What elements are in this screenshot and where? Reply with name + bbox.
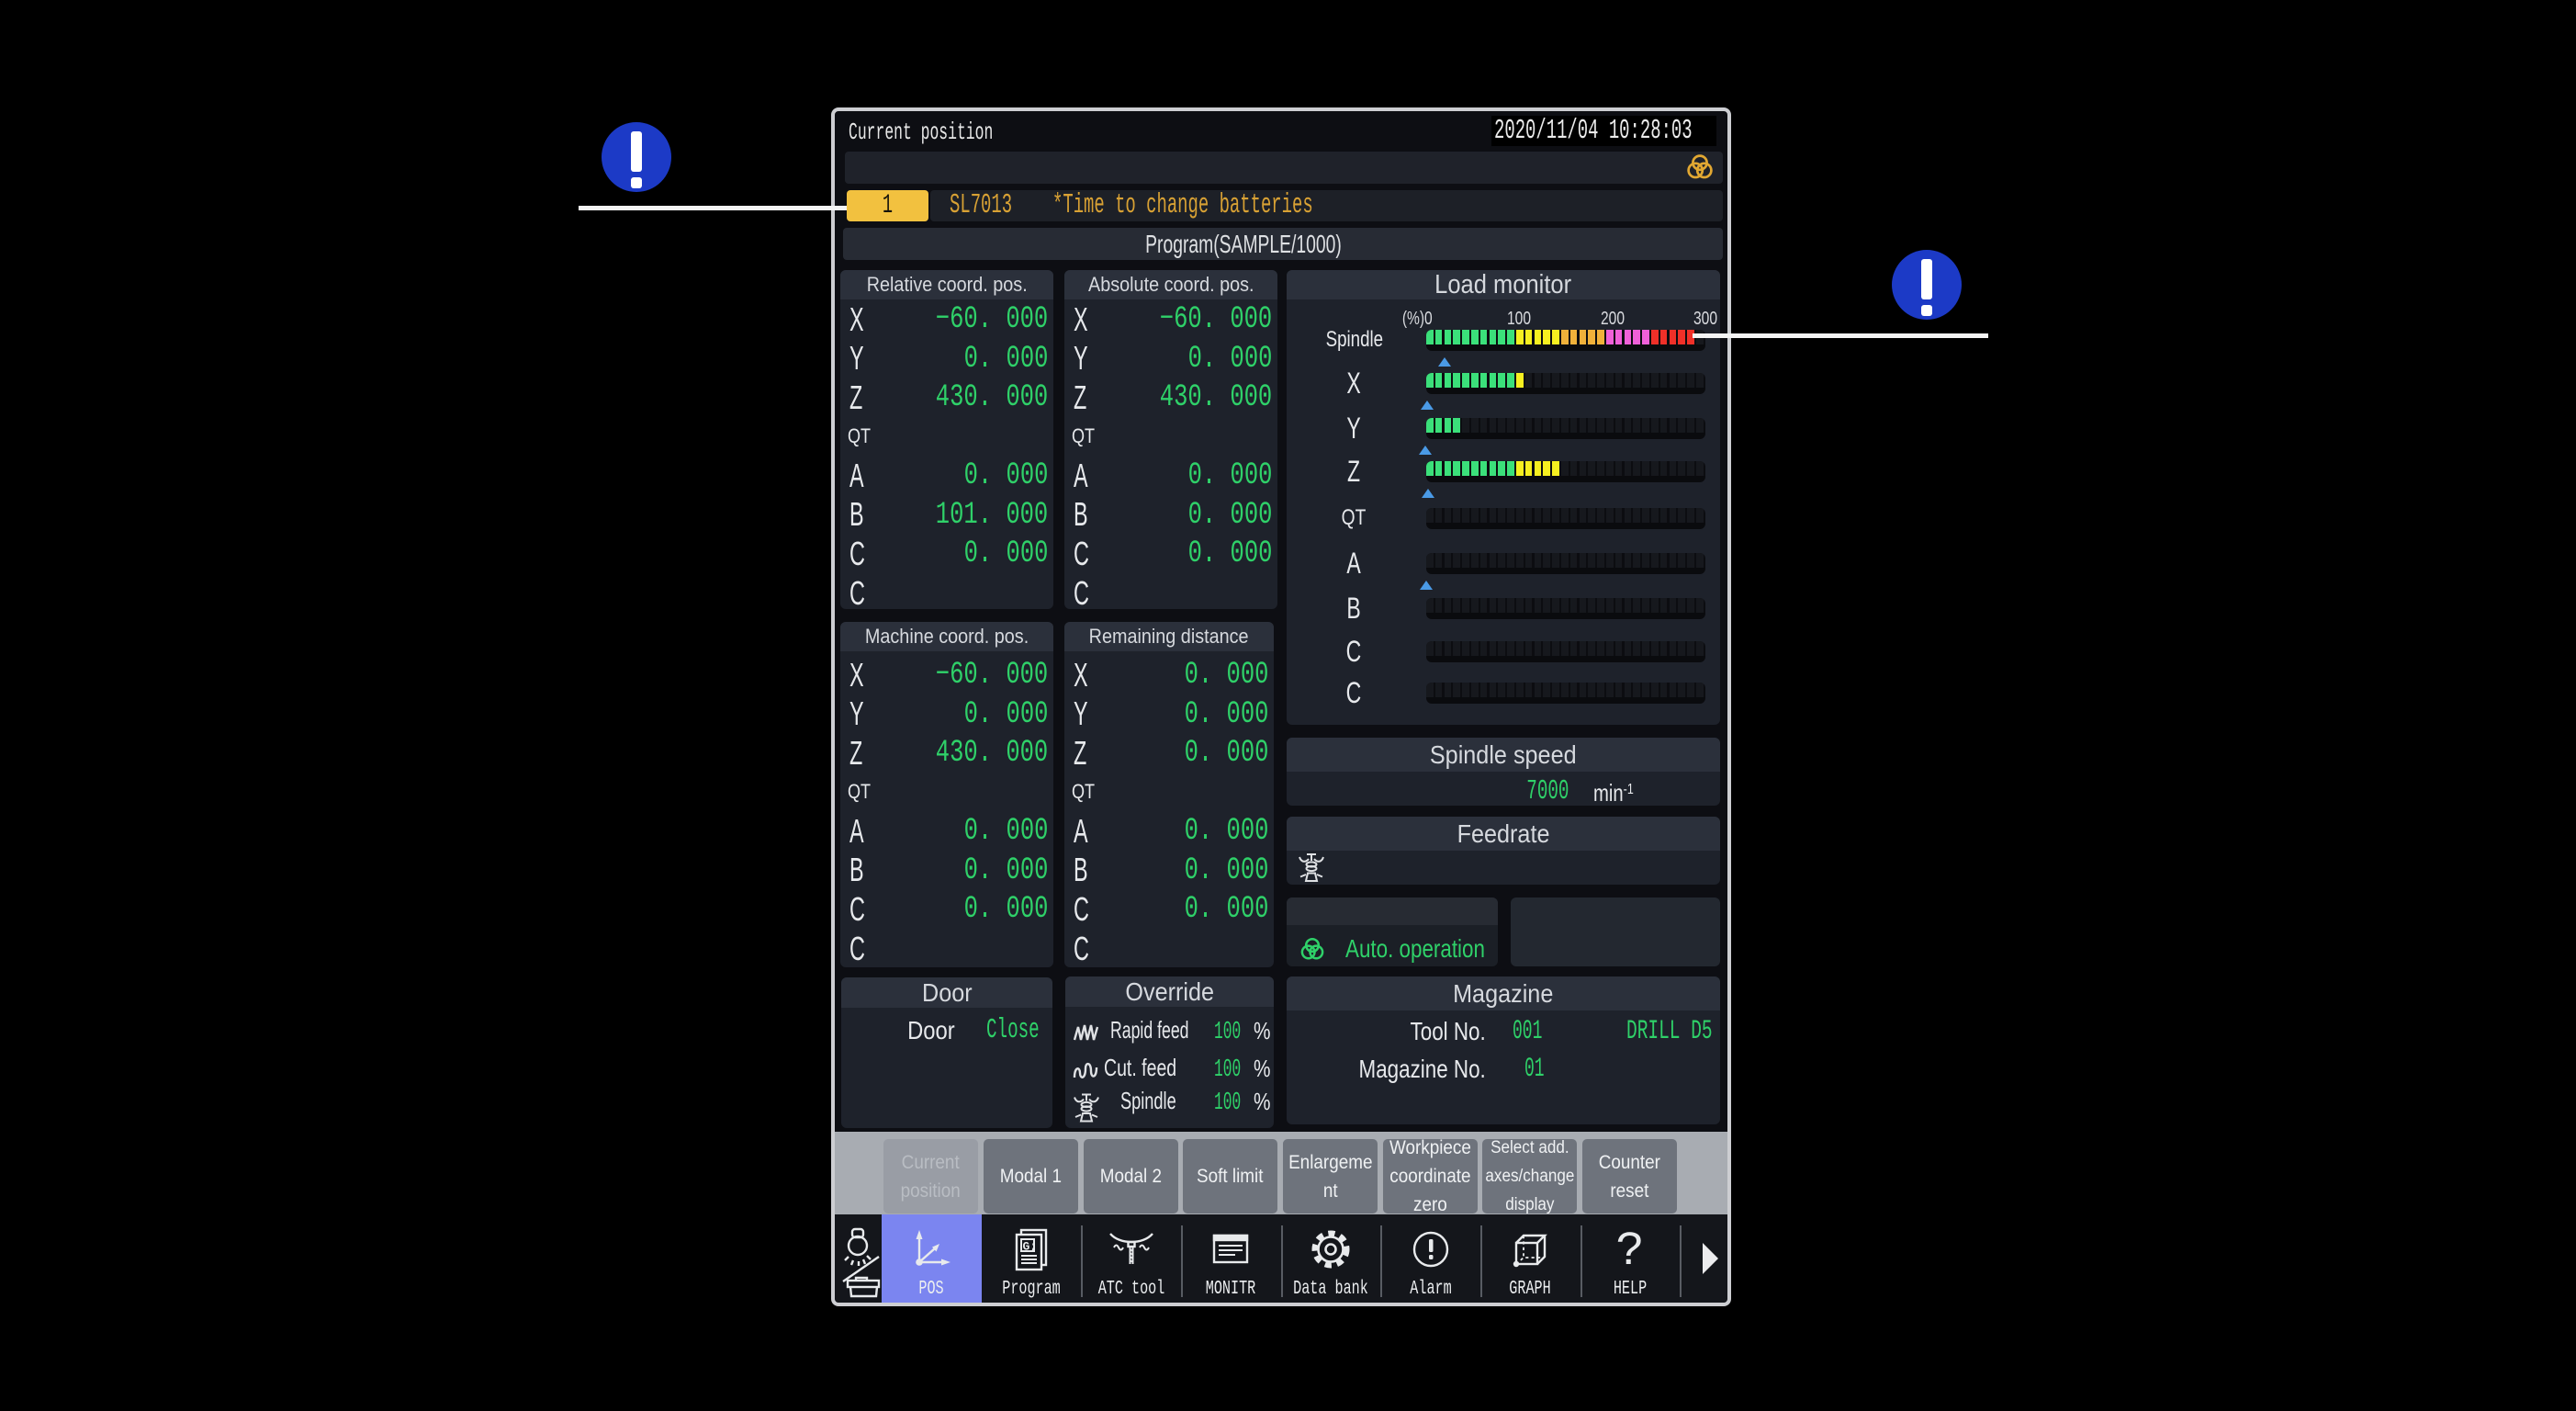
svg-text:G;: G; (1023, 1240, 1038, 1254)
svg-text:?: ? (1615, 1227, 1644, 1271)
